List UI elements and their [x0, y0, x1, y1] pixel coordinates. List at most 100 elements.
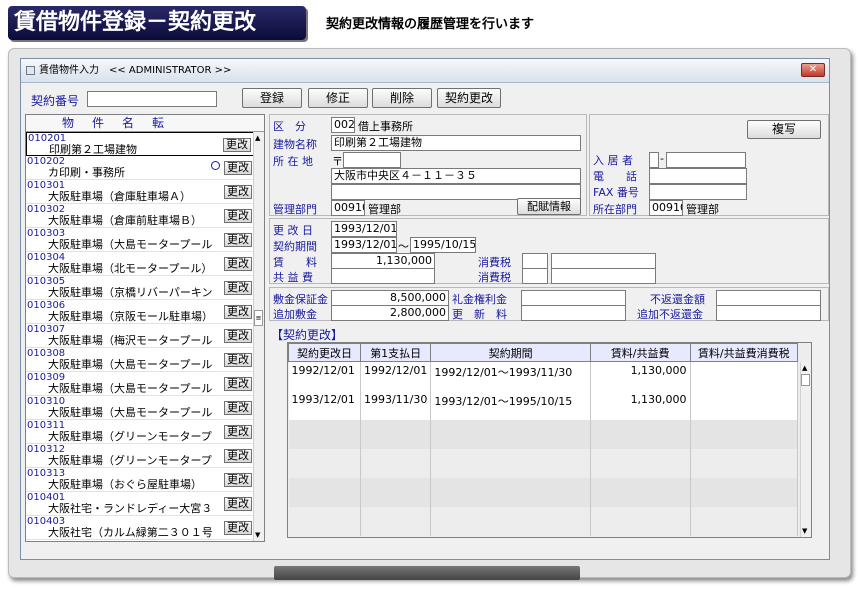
list-item[interactable]: 010312 大阪駐車場（グリーンモータープ 更改 — [26, 444, 264, 468]
list-item-code: 010306 — [27, 300, 66, 311]
delete-button[interactable]: 削除 — [372, 88, 432, 108]
renew-item-button[interactable]: 更改 — [224, 257, 252, 271]
list-item[interactable]: 010306 大阪駐車場（京阪モール駐車場） 更改 — [26, 300, 264, 324]
renew-item-button[interactable]: 更改 — [224, 185, 252, 199]
tenant-code-field[interactable] — [649, 152, 659, 168]
page-banner-title: 賃借物件登録－契約更改 — [8, 6, 306, 40]
contract-number-input[interactable] — [87, 91, 217, 107]
renew-item-button[interactable]: 更改 — [224, 473, 252, 487]
renew-item-button[interactable]: 更改 — [224, 281, 252, 295]
list-item[interactable]: 010301 大阪駐車場（倉庫駐車場Ａ） 更改 — [26, 180, 264, 204]
contract-period-to-field[interactable]: 1995/10/15 — [410, 237, 476, 253]
additional-nonrefundable-field[interactable] — [716, 305, 821, 321]
renew-item-button[interactable]: 更改 — [224, 305, 252, 319]
fax-field[interactable] — [649, 184, 747, 200]
kubun-code-field[interactable]: 002 — [331, 117, 355, 133]
list-item[interactable]: 010310 大阪駐車場（大島モータープール 更改 — [26, 396, 264, 420]
app-window: 賃借物件入力 << ADMINISTRATOR >> ✕ 契約番号 登録 修正 … — [20, 58, 830, 560]
list-item-name: 大阪駐車場（大島モータープール — [48, 239, 213, 251]
history-scroll-up-icon[interactable]: ▲ — [802, 364, 807, 372]
page-subtitle: 契約更改情報の履歴管理を行います — [326, 17, 535, 32]
history-scroll-thumb[interactable] — [801, 374, 810, 386]
renew-item-button[interactable]: 更改 — [224, 161, 252, 175]
modify-button[interactable]: 修正 — [308, 88, 368, 108]
table-row[interactable]: 1992/12/01 1992/12/01 1992/12/01～1993/11… — [288, 361, 799, 391]
renewal-fee-field[interactable] — [521, 305, 626, 321]
contract-period-from-field[interactable]: 1993/12/01 — [331, 237, 397, 253]
list-item[interactable]: 010311 大阪駐車場（グリーンモータープ 更改 — [26, 420, 264, 444]
list-item[interactable]: 010401 大阪社宅・ランドレディー大宮３ 更改 — [26, 492, 264, 516]
deposit-field[interactable]: 8,500,000 — [331, 290, 449, 306]
building-name-label: 建物名称 — [273, 138, 317, 151]
list-item-name: 大阪駐車場（グリーンモータープ — [48, 455, 212, 467]
renew-item-button[interactable]: 更改 — [224, 449, 252, 463]
renew-item-button[interactable]: 更改 — [224, 377, 252, 391]
list-item[interactable]: 010202 カ印刷・事務所 更改 — [26, 156, 264, 180]
key-money-field[interactable] — [521, 290, 626, 306]
row-first-payment: 1992/12/01 — [360, 361, 432, 391]
list-item[interactable]: 010303 大阪駐車場（大島モータープール 更改 — [26, 228, 264, 252]
table-row-empty — [288, 448, 799, 478]
tenant-name-field[interactable] — [666, 152, 746, 168]
list-item-code: 010311 — [27, 420, 66, 431]
phone-field[interactable] — [649, 168, 747, 184]
list-item-name: 大阪駐車場（倉庫駐車場Ａ） — [48, 191, 191, 203]
history-table: 契約更改日 第1支払日 契約期間 賃料/共益費 賃料/共益費消費税 1992/1… — [288, 343, 799, 536]
renew-item-button[interactable]: 更改 — [224, 329, 252, 343]
contract-period-label: 契約期間 — [273, 240, 317, 253]
close-button[interactable]: ✕ — [801, 63, 825, 77]
copy-button[interactable]: 複写 — [747, 120, 821, 139]
scroll-up-arrow-icon[interactable]: ▲ — [255, 134, 260, 142]
common-fee-field[interactable] — [331, 268, 435, 284]
register-button[interactable]: 登録 — [242, 88, 302, 108]
renew-item-button[interactable]: 更改 — [224, 209, 252, 223]
row-rent: 1,130,000 — [590, 361, 691, 391]
history-scroll-down-icon[interactable]: ▼ — [802, 527, 807, 535]
common-tax-rate-field[interactable] — [522, 268, 548, 284]
zip-mark: 〒 — [332, 155, 343, 168]
building-name-field[interactable]: 印刷第２工場建物 — [331, 135, 581, 151]
managing-dept-code-field[interactable]: 00910 — [331, 200, 365, 216]
list-item[interactable]: 010304 大阪駐車場（北モータープール） 更改 — [26, 252, 264, 276]
list-item[interactable]: 010302 大阪駐車場（倉庫前駐車場Ｂ） 更改 — [26, 204, 264, 228]
list-item[interactable]: 010201 印刷第２工場建物 更改 — [26, 132, 264, 156]
list-item[interactable]: 010403 大阪社宅（カルム緑第二３０１号 更改 — [26, 516, 264, 540]
nonrefundable-label: 不返還金額 — [650, 293, 705, 306]
rent-tax-rate-field[interactable] — [522, 253, 548, 269]
list-item[interactable]: 010307 大阪駐車場（梅沢モータープール 更改 — [26, 324, 264, 348]
allocation-info-button[interactable]: 配賦情報 — [517, 198, 581, 215]
renewal-date-field[interactable]: 1993/12/01 — [331, 221, 397, 237]
list-item[interactable]: 010309 大阪駐車場（大島モータープール 更改 — [26, 372, 264, 396]
renew-item-button[interactable]: 更改 — [224, 425, 252, 439]
renew-item-button[interactable]: 更改 — [223, 138, 251, 152]
renew-item-button[interactable]: 更改 — [224, 401, 252, 415]
list-item-code: 010403 — [27, 516, 66, 527]
window-titlebar[interactable]: 賃借物件入力 << ADMINISTRATOR >> ✕ — [21, 59, 829, 83]
renew-item-button[interactable]: 更改 — [224, 233, 252, 247]
table-row[interactable]: 1993/12/01 1993/11/30 1993/12/01～1995/10… — [288, 390, 799, 420]
history-table-container: 契約更改日 第1支払日 契約期間 賃料/共益費 賃料/共益費消費税 1992/1… — [287, 342, 812, 538]
history-scrollbar[interactable]: ▲ ▼ — [800, 362, 811, 537]
renew-item-button[interactable]: 更改 — [224, 353, 252, 367]
property-info-section: 区 分 002 借上事務所 建物名称 印刷第２工場建物 所 在 地 〒 大阪市中… — [269, 114, 587, 216]
kubun-label: 区 分 — [273, 120, 306, 133]
history-header-row: 契約更改日 第1支払日 契約期間 賃料/共益費 賃料/共益費消費税 — [288, 343, 799, 362]
tenant-info-section: 複写 入 居 者 - 電 話 FAX 番号 所在部門 00910 管理部 — [589, 114, 829, 216]
additional-deposit-field[interactable]: 2,800,000 — [331, 305, 449, 321]
rent-field[interactable]: 1,130,000 — [331, 253, 435, 269]
list-item[interactable]: 010308 大阪駐車場（大島モータープール 更改 — [26, 348, 264, 372]
scroll-thumb[interactable]: ≡ — [254, 310, 263, 326]
renew-item-button[interactable]: 更改 — [224, 521, 252, 535]
nonrefundable-field[interactable] — [716, 290, 821, 306]
list-item[interactable]: 010313 大阪駐車場（おぐら屋駐車場） 更改 — [26, 468, 264, 492]
contract-renew-button[interactable]: 契約更改 — [437, 88, 501, 108]
renew-item-button[interactable]: 更改 — [224, 497, 252, 511]
address-field[interactable]: 大阪市中央区４－１１－３５ — [331, 168, 581, 184]
zip-field[interactable] — [343, 152, 401, 168]
common-tax-amount-field[interactable] — [551, 268, 656, 284]
location-dept-code-field[interactable]: 00910 — [649, 200, 683, 216]
property-list-scrollbar[interactable]: ▲ ≡ ▼ — [253, 132, 264, 541]
scroll-down-arrow-icon[interactable]: ▼ — [255, 531, 260, 539]
list-item[interactable]: 010305 大阪駐車場（京橋リバーパーキン 更改 — [26, 276, 264, 300]
rent-tax-amount-field[interactable] — [551, 253, 656, 269]
